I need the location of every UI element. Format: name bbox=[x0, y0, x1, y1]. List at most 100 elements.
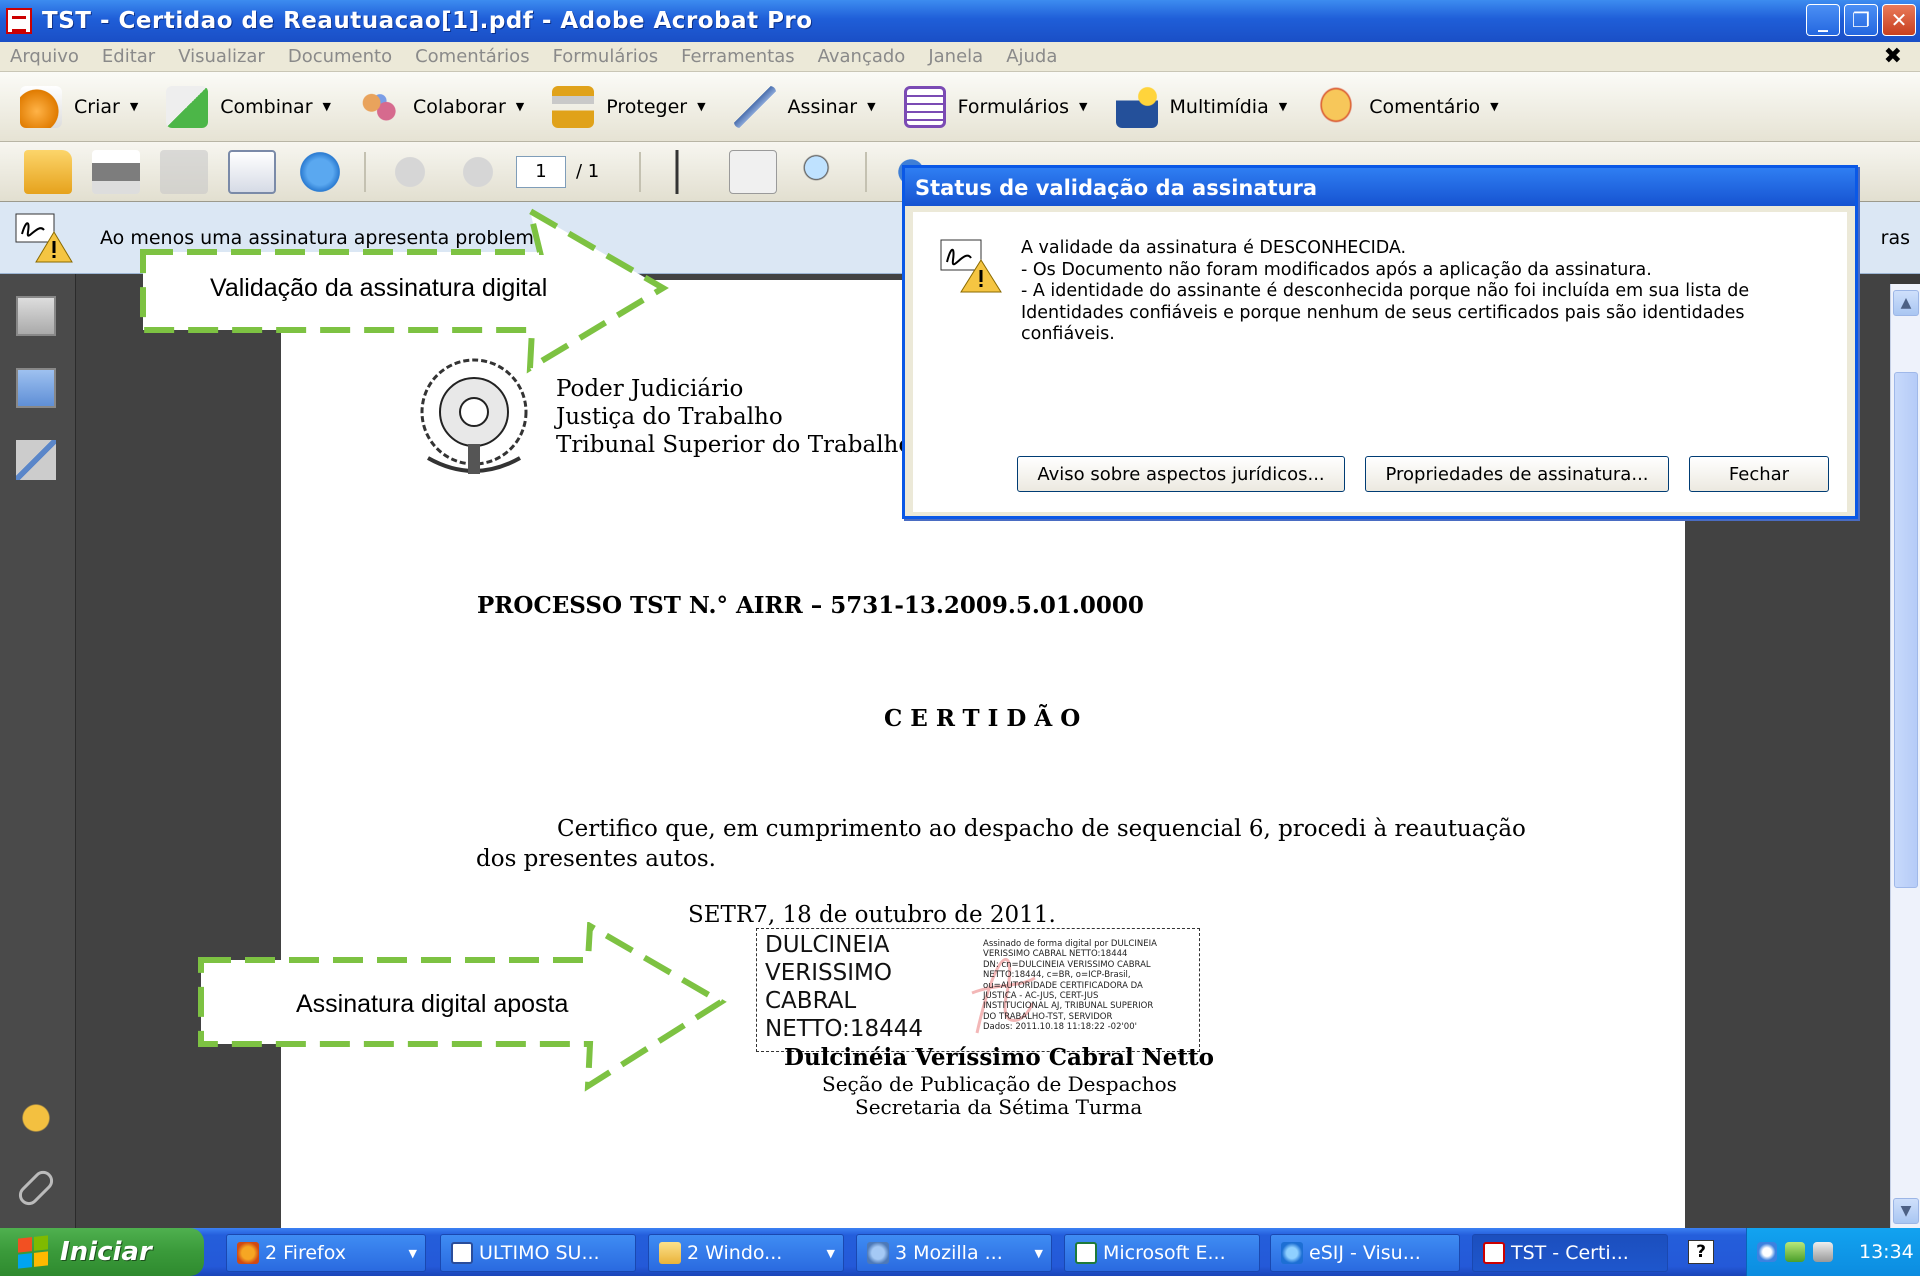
open-folder-icon[interactable] bbox=[24, 149, 72, 194]
menu-bar: Arquivo Editar Visualizar Documento Come… bbox=[0, 42, 1920, 72]
colaborar-button[interactable]: Colaborar ▼ bbox=[359, 85, 524, 128]
save-icon[interactable] bbox=[160, 149, 208, 194]
close-button[interactable]: ✕ bbox=[1882, 4, 1916, 36]
email-icon[interactable] bbox=[228, 149, 276, 194]
menu-editar[interactable]: Editar bbox=[102, 46, 155, 67]
system-tray: 13:34 bbox=[1746, 1228, 1920, 1276]
restore-button[interactable]: ❐ bbox=[1844, 4, 1878, 36]
signature-properties-button[interactable]: Propriedades de assinatura... bbox=[1365, 456, 1669, 492]
help-icon[interactable]: ? bbox=[1688, 1240, 1714, 1264]
title-bar: TST - Certidao de Reautuacao[1].pdf - Ad… bbox=[0, 0, 1920, 42]
zoom-marquee-icon[interactable] bbox=[797, 149, 846, 194]
body-line-1: Certifico que, em cumprimento ao despach… bbox=[557, 816, 1526, 842]
taskbar-item-mozilla[interactable]: 3 Mozilla ... ▼ bbox=[856, 1234, 1052, 1272]
windows-logo-icon bbox=[18, 1235, 48, 1269]
menu-formularios[interactable]: Formulários bbox=[553, 46, 659, 67]
proteger-label: Proteger bbox=[606, 95, 688, 118]
chevron-down-icon: ▼ bbox=[1079, 100, 1088, 113]
taskbar-item-label: Microsoft E... bbox=[1103, 1242, 1226, 1264]
menu-janela[interactable]: Janela bbox=[928, 46, 983, 67]
chevron-down-icon: ▼ bbox=[129, 100, 139, 113]
page-number-input[interactable]: 1 bbox=[516, 155, 566, 188]
taskbar-item-firefox[interactable]: 2 Firefox ▼ bbox=[226, 1234, 426, 1272]
scroll-up-icon[interactable]: ▲ bbox=[1893, 290, 1919, 316]
signatures-icon[interactable] bbox=[16, 440, 56, 480]
multimidia-button[interactable]: Multimídia ▼ bbox=[1115, 85, 1288, 128]
digital-signature-field[interactable]: DULCINEIA VERISSIMO CABRAL NETTO:18444 A… bbox=[756, 928, 1200, 1052]
menu-visualizar[interactable]: Visualizar bbox=[178, 46, 265, 67]
attachments-icon[interactable] bbox=[14, 1166, 58, 1210]
comentario-button[interactable]: Comentário ▼ bbox=[1315, 85, 1499, 128]
upload-globe-icon[interactable] bbox=[296, 149, 344, 194]
callout-bottom-text: Assinatura digital aposta bbox=[296, 990, 569, 1018]
chevron-down-icon: ▼ bbox=[322, 100, 331, 113]
chevron-down-icon: ▼ bbox=[1490, 100, 1499, 113]
next-page-icon[interactable] bbox=[454, 149, 502, 194]
header-line-3: Tribunal Superior do Trabalho bbox=[556, 432, 913, 458]
page-total: / 1 bbox=[576, 161, 600, 182]
create-pdf-icon bbox=[20, 85, 62, 128]
excel-icon bbox=[1075, 1242, 1097, 1264]
chevron-down-icon: ▼ bbox=[408, 1246, 417, 1260]
toolbar-separator bbox=[639, 151, 642, 192]
print-icon[interactable] bbox=[92, 149, 140, 194]
scroll-thumb[interactable] bbox=[1894, 372, 1918, 888]
dialog-message: A validade da assinatura é DESCONHECIDA.… bbox=[1021, 238, 1821, 346]
taskbar-item-acrobat[interactable]: TST - Certi... bbox=[1472, 1234, 1668, 1272]
formularios-button[interactable]: Formulários ▼ bbox=[903, 85, 1088, 128]
taskbar-item-windows[interactable]: 2 Windo... ▼ bbox=[648, 1234, 844, 1272]
menu-arquivo[interactable]: Arquivo bbox=[10, 46, 79, 67]
combine-files-icon bbox=[166, 85, 209, 128]
taskbar-item-label: eSIJ - Visu... bbox=[1309, 1242, 1421, 1264]
menu-avancado[interactable]: Avançado bbox=[818, 46, 906, 67]
menu-ajuda[interactable]: Ajuda bbox=[1006, 46, 1057, 67]
taskbar-item-excel[interactable]: Microsoft E... bbox=[1064, 1234, 1260, 1272]
menu-ferramentas[interactable]: Ferramentas bbox=[681, 46, 794, 67]
multimidia-label: Multimídia bbox=[1169, 95, 1269, 118]
previous-page-icon[interactable] bbox=[386, 149, 434, 194]
taskbar-item-label: ULTIMO SU... bbox=[479, 1242, 600, 1264]
signature-warning-icon bbox=[14, 212, 76, 264]
criar-button[interactable]: Criar ▼ bbox=[20, 85, 139, 128]
menu-documento[interactable]: Documento bbox=[288, 46, 392, 67]
taskbar-item-label: 2 Windo... bbox=[687, 1242, 783, 1264]
combinar-button[interactable]: Combinar ▼ bbox=[166, 85, 331, 128]
multimedia-icon bbox=[1115, 85, 1158, 128]
network-icon[interactable] bbox=[1785, 1242, 1805, 1262]
bookmarks-icon[interactable] bbox=[16, 368, 56, 408]
chevron-down-icon: ▼ bbox=[1278, 100, 1288, 113]
close-document-icon[interactable]: ✖ bbox=[1884, 44, 1902, 69]
printer-icon[interactable] bbox=[1813, 1242, 1833, 1262]
taskbar-item-esij[interactable]: eSIJ - Visu... bbox=[1270, 1234, 1460, 1272]
taskbar-item-label: 3 Mozilla ... bbox=[895, 1242, 1003, 1264]
start-button[interactable]: Iniciar bbox=[0, 1228, 204, 1276]
menu-comentarios[interactable]: Comentários bbox=[415, 46, 529, 67]
select-text-icon[interactable] bbox=[661, 149, 710, 194]
taskbar-item-word[interactable]: ULTIMO SU... bbox=[440, 1234, 636, 1272]
minimize-button[interactable]: _ bbox=[1806, 4, 1840, 36]
legal-notice-button[interactable]: Aviso sobre aspectos jurídicos... bbox=[1017, 456, 1345, 492]
section-line-2: Secretaria da Sétima Turma bbox=[855, 1095, 1143, 1119]
comments-icon[interactable] bbox=[16, 1098, 56, 1138]
proteger-button[interactable]: Proteger ▼ bbox=[552, 85, 706, 128]
collaborate-icon bbox=[359, 85, 401, 128]
padlock-icon bbox=[552, 85, 595, 128]
chevron-down-icon: ▼ bbox=[1034, 1246, 1043, 1260]
assinar-label: Assinar bbox=[787, 95, 858, 118]
dialog-title: Status de validação da assinatura bbox=[905, 168, 1855, 206]
scroll-down-icon[interactable]: ▼ bbox=[1893, 1198, 1919, 1224]
hand-tool-icon[interactable] bbox=[729, 149, 778, 194]
signature-name: DULCINEIA VERISSIMO CABRAL NETTO:18444 bbox=[765, 932, 924, 1042]
close-dialog-button[interactable]: Fechar bbox=[1689, 456, 1829, 492]
signature-details: Assinado de forma digital por DULCINEIA … bbox=[983, 939, 1157, 1033]
screen: TST - Certidao de Reautuacao[1].pdf - Ad… bbox=[0, 0, 1920, 1276]
criar-label: Criar bbox=[74, 95, 120, 118]
process-number: PROCESSO TST N.° AIRR – 5731-13.2009.5.0… bbox=[477, 592, 1144, 619]
vertical-scrollbar[interactable]: ▲ ▼ bbox=[1890, 284, 1920, 1228]
assinar-button[interactable]: Assinar ▼ bbox=[733, 85, 876, 128]
tray-expand-icon[interactable] bbox=[1757, 1242, 1777, 1262]
window-controls: _ ❐ ✕ bbox=[1806, 4, 1916, 36]
taskbar-item-label: 2 Firefox bbox=[265, 1242, 347, 1264]
pages-icon[interactable] bbox=[16, 296, 56, 336]
folder-icon bbox=[659, 1242, 681, 1264]
